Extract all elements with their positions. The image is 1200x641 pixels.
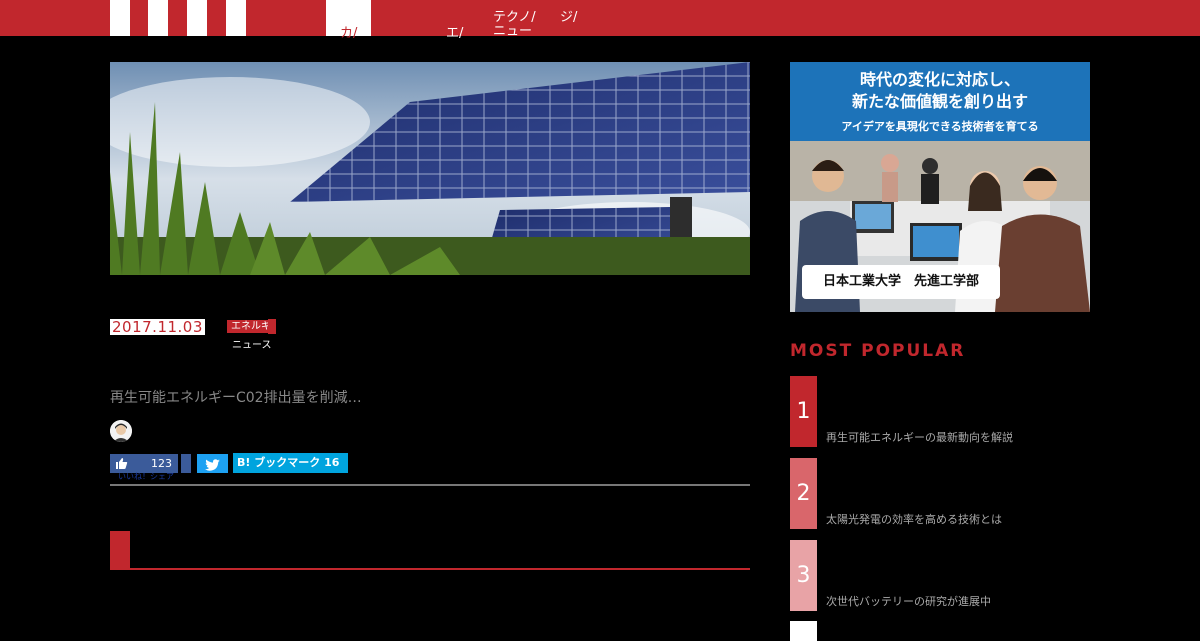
section-heading-marker	[110, 531, 130, 569]
nav-tab-active-label: カ/	[340, 26, 358, 41]
nav-item[interactable]: ジ/	[560, 11, 577, 25]
hatena-bookmark-button[interactable]: B! ブックマーク 16	[233, 453, 348, 473]
ad-headline-2: 新たな価値観を創り出す	[851, 92, 1028, 111]
article-date: 2017.11.03	[110, 318, 205, 336]
author-avatar[interactable]	[110, 420, 132, 442]
logo-stripe[interactable]	[187, 0, 207, 36]
hatena-bookmark-count: 16	[324, 456, 340, 469]
ad-photo-students: 日本工業大学 先進工学部	[790, 141, 1090, 312]
facebook-share-label[interactable]: いいね！シェア	[118, 473, 174, 481]
nav-item[interactable]: テクノ/	[493, 11, 536, 25]
rank-number-2[interactable]: 2	[790, 458, 817, 529]
sidebar-advertisement[interactable]: 時代の変化に対応し、 新たな価値観を創り出す アイデアを具現化できる技術者を育て…	[790, 62, 1090, 312]
rank-title-2[interactable]: 太陽光発電の効率を高める技術とは	[826, 511, 1002, 527]
section-heading-rule	[110, 568, 750, 570]
most-popular-heading: MOST POPULAR	[790, 341, 966, 361]
site-header	[0, 0, 1200, 36]
facebook-like-button[interactable]: 123	[110, 454, 178, 473]
facebook-share-mark[interactable]	[181, 454, 191, 473]
article-excerpt: 再生可能エネルギーC02排出量を削減…	[110, 390, 362, 406]
rank-number-1[interactable]: 1	[790, 376, 817, 447]
hatena-bookmark-icon: B!	[237, 456, 251, 469]
ad-tagline: アイデアを具現化できる技術者を育てる	[841, 120, 1039, 133]
logo-stripe[interactable]	[226, 0, 246, 36]
rank-title-1[interactable]: 再生可能エネルギーの最新動向を解説	[826, 429, 1013, 445]
category-marker	[268, 319, 276, 334]
divider	[110, 484, 750, 486]
hero-image-solar-panels[interactable]	[110, 62, 750, 275]
rank-number-4[interactable]	[790, 621, 817, 641]
logo-stripe[interactable]	[148, 0, 168, 36]
hatena-bookmark-label: ブックマーク	[254, 456, 321, 469]
twitter-bird-icon	[205, 457, 220, 476]
nav-item-sub[interactable]: ニュー	[493, 25, 532, 39]
rank-title-3[interactable]: 次世代バッテリーの研究が進展中	[826, 593, 991, 609]
facebook-like-count: 123	[151, 457, 172, 470]
rank-number-3[interactable]: 3	[790, 540, 817, 611]
ad-university-label: 日本工業大学 先進工学部	[802, 265, 1000, 299]
logo-stripe[interactable]	[110, 0, 130, 36]
nav-tab-active[interactable]: カ/	[326, 0, 371, 41]
ad-headline-1: 時代の変化に対応し、	[859, 70, 1020, 89]
sub-category-label[interactable]: ニュース	[232, 336, 272, 351]
twitter-share-button[interactable]	[197, 454, 228, 473]
nav-item[interactable]: エ/	[446, 27, 463, 41]
